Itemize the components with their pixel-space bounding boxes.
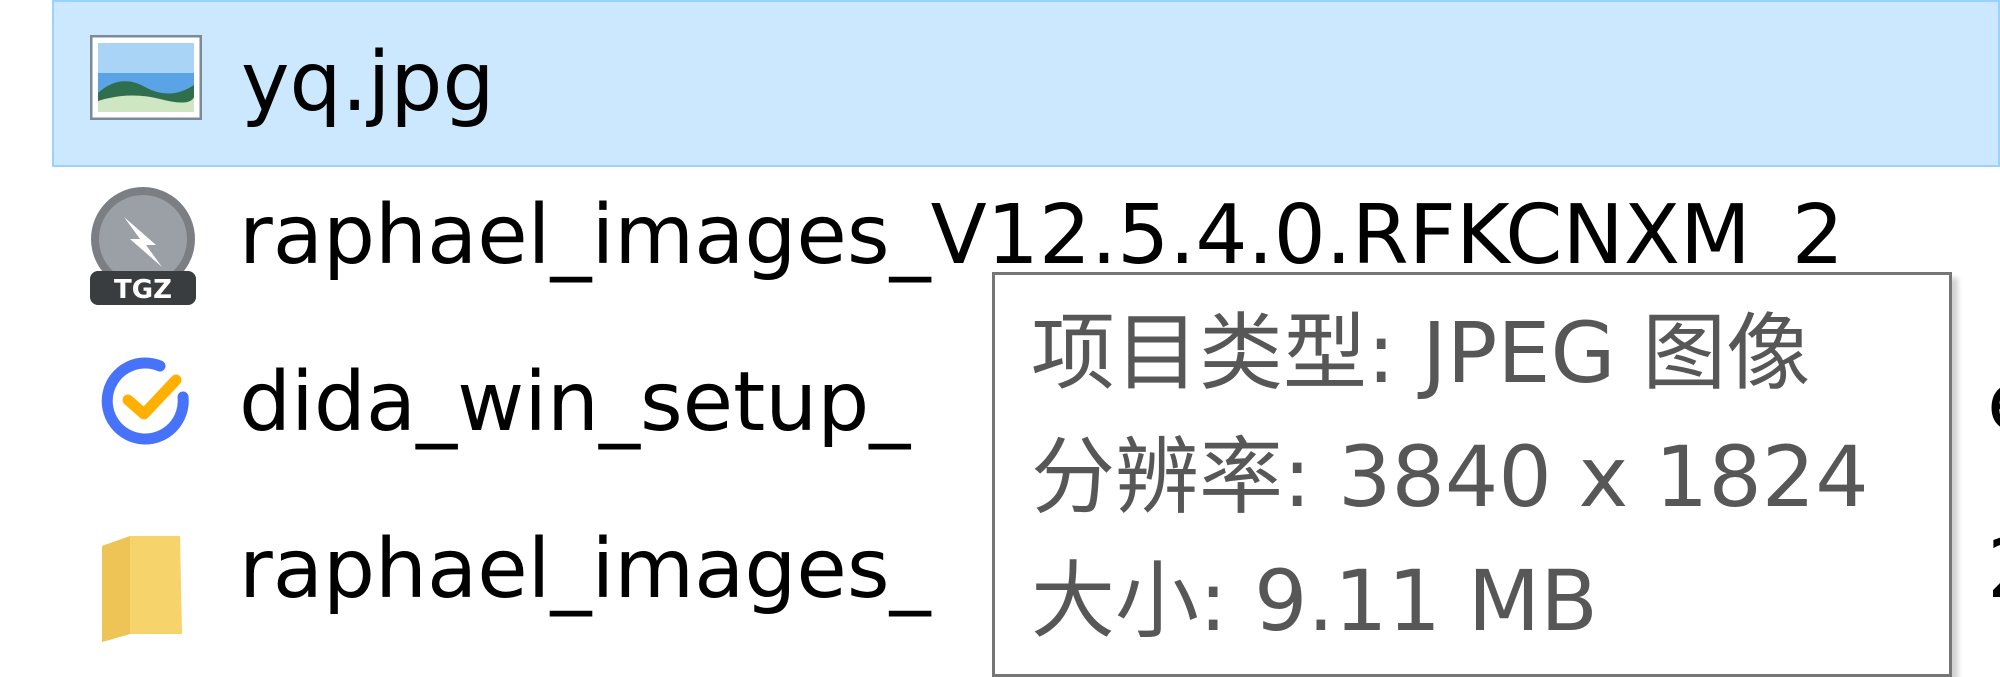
file-name-overflow: e <box>1987 362 2000 444</box>
svg-text:TGZ: TGZ <box>114 275 172 305</box>
file-info-tooltip: 项目类型: JPEG 图像 分辨率: 3840 x 1824 大小: 9.11 … <box>992 272 1952 677</box>
tooltip-resolution: 分辨率: 3840 x 1824 <box>1031 428 1869 526</box>
file-name: raphael_images_V12.5.4.0.RFKCNXM_2 <box>239 188 1844 283</box>
file-name-overflow: 2 <box>1987 529 2000 611</box>
tooltip-size: 大小: 9.11 MB <box>1031 552 1598 650</box>
tgz-archive-icon: TGZ <box>90 187 196 305</box>
dida-app-icon <box>101 357 189 445</box>
file-name: dida_win_setup_ <box>239 355 911 450</box>
image-file-icon <box>90 35 202 120</box>
file-name: raphael_images_ <box>239 522 931 617</box>
file-name: yq.jpg <box>241 35 495 130</box>
tooltip-item-type: 项目类型: JPEG 图像 <box>1031 304 1811 402</box>
list-item-yq-jpg[interactable]: yq.jpg <box>52 0 2000 167</box>
folder-icon <box>102 536 182 642</box>
